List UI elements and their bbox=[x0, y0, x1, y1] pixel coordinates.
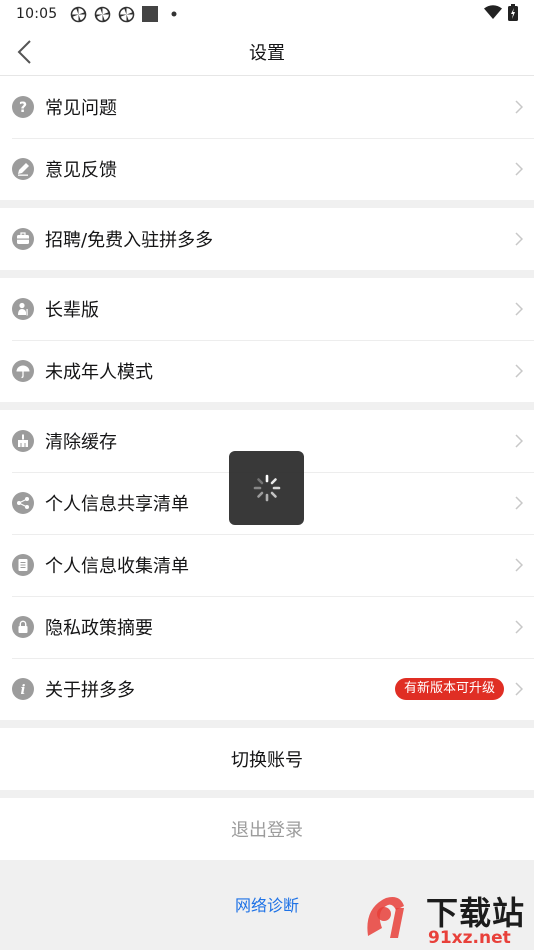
back-button[interactable] bbox=[10, 36, 38, 68]
chevron-right-icon bbox=[504, 138, 534, 200]
notification-icons bbox=[69, 5, 183, 23]
system-icons bbox=[484, 3, 518, 25]
settings-item-label: 长辈版 bbox=[45, 300, 99, 321]
nav-bar: 设置 bbox=[0, 28, 534, 76]
question-icon: ? bbox=[12, 96, 34, 118]
site-watermark: 下载站 91xz.net bbox=[360, 888, 530, 948]
back-arrow-icon bbox=[17, 40, 31, 64]
settings-item-feedback[interactable]: 意见反馈 bbox=[0, 138, 534, 200]
chevron-right-icon bbox=[504, 596, 534, 658]
battery-icon bbox=[508, 3, 518, 25]
settings-item-label: 个人信息收集清单 bbox=[45, 556, 189, 577]
broom-icon bbox=[12, 430, 34, 452]
settings-item-faq[interactable]: ? 常见问题 bbox=[0, 76, 534, 138]
status-time: 10:05 bbox=[16, 6, 58, 22]
pinwheel-icon bbox=[69, 5, 87, 23]
dot-icon bbox=[165, 5, 183, 23]
settings-item-label: 隐私政策摘要 bbox=[45, 618, 153, 639]
elder-icon bbox=[12, 298, 34, 320]
settings-group-modes: 长辈版 未成年人模式 bbox=[0, 278, 534, 402]
square-icon bbox=[141, 5, 159, 23]
chevron-right-icon bbox=[504, 534, 534, 596]
chevron-right-icon bbox=[504, 410, 534, 472]
settings-item-minor-mode[interactable]: 未成年人模式 bbox=[0, 340, 534, 402]
settings-item-label: 关于拼多多 bbox=[45, 680, 135, 701]
settings-item-about[interactable]: i 关于拼多多 有新版本可升级 bbox=[0, 658, 534, 720]
settings-group-help: ? 常见问题 意见反馈 bbox=[0, 76, 534, 200]
logout-button[interactable]: 退出登录 bbox=[0, 798, 534, 860]
info-icon: i bbox=[12, 678, 34, 700]
pinwheel-icon bbox=[117, 5, 135, 23]
chevron-right-icon bbox=[504, 340, 534, 402]
chevron-right-icon bbox=[504, 472, 534, 534]
pencil-icon bbox=[12, 158, 34, 180]
settings-item-label: 意见反馈 bbox=[45, 160, 117, 181]
settings-item-label: 招聘/免费入驻拼多多 bbox=[45, 230, 214, 251]
chevron-right-icon bbox=[504, 208, 534, 270]
update-available-badge: 有新版本可升级 bbox=[394, 678, 504, 700]
briefcase-icon bbox=[12, 228, 34, 250]
share-icon bbox=[12, 492, 34, 514]
settings-item-info-collection[interactable]: 个人信息收集清单 bbox=[0, 534, 534, 596]
settings-item-label: 未成年人模式 bbox=[45, 362, 153, 383]
status-bar: 10:05 bbox=[0, 0, 534, 28]
pinwheel-icon bbox=[93, 5, 111, 23]
wifi-icon bbox=[484, 5, 502, 23]
svg-text:?: ? bbox=[19, 100, 27, 116]
settings-group-recruit: 招聘/免费入驻拼多多 bbox=[0, 208, 534, 270]
chevron-right-icon bbox=[504, 76, 534, 138]
page-title: 设置 bbox=[249, 42, 285, 64]
settings-item-elder-mode[interactable]: 长辈版 bbox=[0, 278, 534, 340]
switch-account-button[interactable]: 切换账号 bbox=[0, 728, 534, 790]
watermark-text-bottom: 91xz.net bbox=[428, 928, 511, 948]
chevron-right-icon bbox=[504, 658, 534, 720]
svg-text:i: i bbox=[21, 683, 26, 698]
loading-toast bbox=[229, 451, 304, 525]
lock-icon bbox=[12, 616, 34, 638]
umbrella-icon bbox=[12, 360, 34, 382]
settings-item-privacy-summary[interactable]: 隐私政策摘要 bbox=[0, 596, 534, 658]
chevron-right-icon bbox=[504, 278, 534, 340]
settings-item-recruit[interactable]: 招聘/免费入驻拼多多 bbox=[0, 208, 534, 270]
settings-item-label: 常见问题 bbox=[45, 98, 117, 119]
loading-spinner-icon bbox=[253, 474, 280, 502]
list-icon bbox=[12, 554, 34, 576]
network-diagnosis-link[interactable]: 网络诊断 bbox=[235, 892, 299, 916]
